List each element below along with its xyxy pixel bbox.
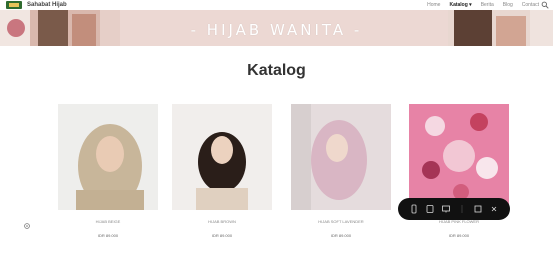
search-icon[interactable] xyxy=(541,1,549,9)
page-title: Katalog xyxy=(247,62,306,79)
floating-toolbar xyxy=(398,198,510,220)
product-image[interactable] xyxy=(291,104,391,210)
logo-icon[interactable] xyxy=(6,1,22,9)
top-navigation: Sahabat Hijab Home Katalog ▾ Berita Blog… xyxy=(0,0,553,10)
nav-katalog[interactable]: Katalog ▾ xyxy=(449,1,471,9)
product-card[interactable]: HIJAB SOFT LAVENDER IDR 89.000 xyxy=(291,104,391,238)
product-card[interactable]: HIJAB BROWN IDR 89.000 xyxy=(172,104,272,238)
product-card[interactable]: HIJAB BEIGE IDR 89.000 xyxy=(58,104,158,238)
nav-blog[interactable]: Blog xyxy=(503,1,513,9)
banner-title: - HIJAB WANITA - xyxy=(190,21,363,39)
product-image[interactable] xyxy=(409,104,509,210)
product-image[interactable] xyxy=(58,104,158,210)
phone-icon[interactable] xyxy=(409,204,419,214)
product-price: IDR 89.000 xyxy=(97,233,119,238)
product-image[interactable] xyxy=(172,104,272,210)
product-price: IDR 89.000 xyxy=(211,233,233,238)
main-nav: Home Katalog ▾ Berita Blog Contact xyxy=(427,1,539,9)
product-price: IDR 89.000 xyxy=(448,233,470,238)
tablet-icon[interactable] xyxy=(425,204,435,214)
divider-icon xyxy=(461,205,463,213)
brand-name[interactable]: Sahabat Hijab xyxy=(27,1,67,9)
product-price: IDR 89.000 xyxy=(330,233,352,238)
product-name[interactable]: HIJAB SOFT LAVENDER xyxy=(291,219,391,225)
product-name[interactable]: HIJAB BEIGE xyxy=(58,219,158,225)
nav-contact[interactable]: Contact xyxy=(522,1,539,9)
product-name[interactable]: HIJAB BROWN xyxy=(172,219,272,225)
nav-berita[interactable]: Berita xyxy=(481,1,494,9)
close-icon[interactable] xyxy=(489,204,499,214)
window-icon[interactable] xyxy=(473,204,483,214)
hero-banner: - HIJAB WANITA - xyxy=(0,10,553,46)
nav-home[interactable]: Home xyxy=(427,1,440,9)
desktop-icon[interactable] xyxy=(441,204,451,214)
settings-icon[interactable] xyxy=(23,222,31,230)
